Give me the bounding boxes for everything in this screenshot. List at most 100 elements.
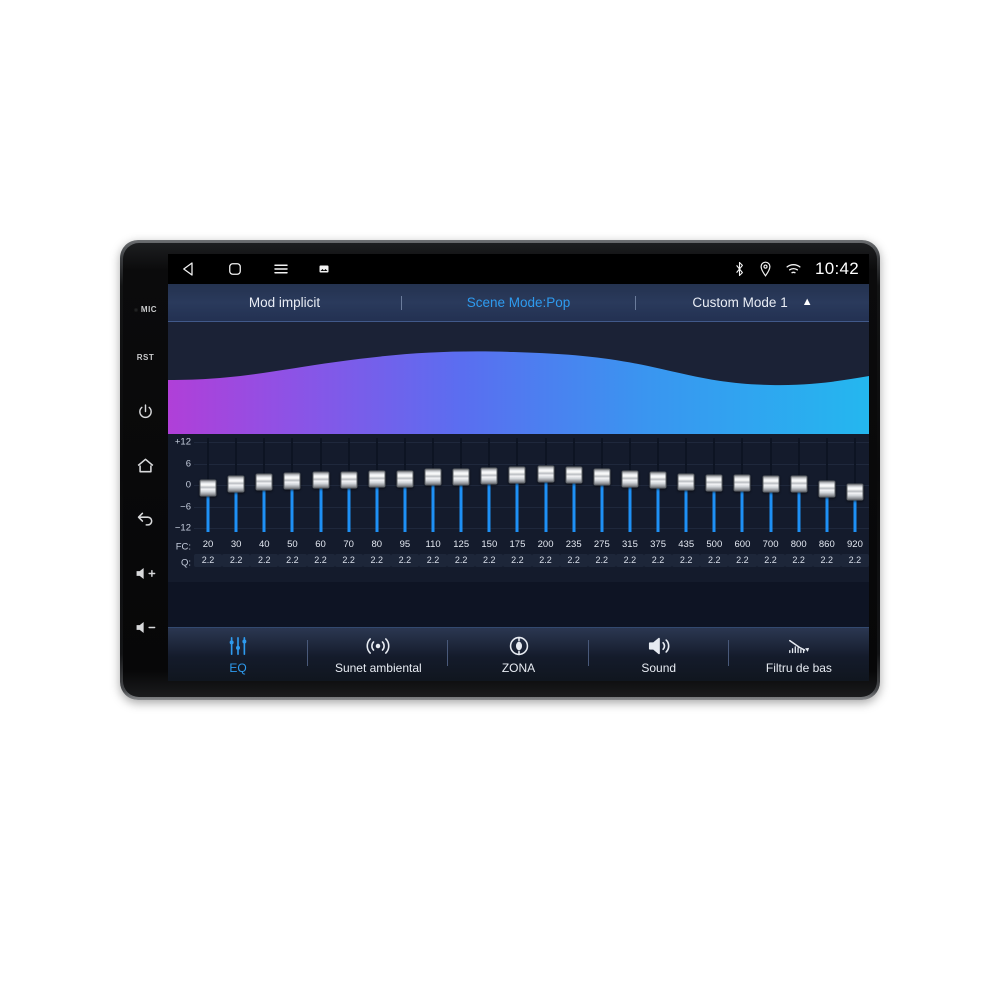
eq-slider-thumb[interactable] bbox=[733, 474, 751, 492]
eq-band[interactable]: 435 2.2 bbox=[672, 434, 701, 582]
eq-band[interactable]: 700 2.2 bbox=[756, 434, 785, 582]
eq-slider-thumb[interactable] bbox=[340, 471, 358, 489]
eq-slider-thumb[interactable] bbox=[790, 475, 808, 493]
eq-band-q-value[interactable]: 2.2 bbox=[587, 553, 616, 567]
eq-slider-track-area[interactable] bbox=[307, 434, 335, 538]
eq-band-q-value[interactable]: 2.2 bbox=[306, 553, 335, 567]
eq-band-q-value[interactable]: 2.2 bbox=[812, 553, 841, 567]
eq-slider-track-area[interactable] bbox=[222, 434, 250, 538]
eq-slider-track-area[interactable] bbox=[560, 434, 588, 538]
nav-tab-filtru-de-bas[interactable]: Filtru de bas bbox=[729, 628, 869, 681]
eq-slider-thumb[interactable] bbox=[677, 473, 695, 491]
eq-band-q-value[interactable]: 2.2 bbox=[447, 553, 476, 567]
eq-band[interactable]: 235 2.2 bbox=[559, 434, 588, 582]
eq-band[interactable]: 20 2.2 bbox=[194, 434, 223, 582]
back-button[interactable] bbox=[131, 509, 161, 531]
reset-button[interactable]: RST bbox=[131, 346, 161, 368]
eq-band-q-value[interactable]: 2.2 bbox=[615, 553, 644, 567]
eq-slider-thumb[interactable] bbox=[537, 465, 555, 483]
eq-slider-track-area[interactable] bbox=[757, 434, 785, 538]
touchscreen-display[interactable]: 10:42 Mod implicit Scene Mode:Pop Custom… bbox=[168, 254, 869, 681]
menu-icon[interactable] bbox=[272, 260, 290, 278]
eq-band[interactable]: 600 2.2 bbox=[728, 434, 757, 582]
eq-band[interactable]: 175 2.2 bbox=[503, 434, 532, 582]
eq-band[interactable]: 375 2.2 bbox=[644, 434, 673, 582]
eq-band-q-value[interactable]: 2.2 bbox=[840, 553, 869, 567]
eq-band-q-value[interactable]: 2.2 bbox=[194, 553, 223, 567]
eq-bands[interactable]: 20 2.2 30 2.2 40 2.2 50 2.2 60 2.2 70 2.2 80 2.2 95 2.2… bbox=[194, 434, 869, 582]
eq-band[interactable]: 860 2.2 bbox=[812, 434, 841, 582]
volume-down-button[interactable] bbox=[131, 617, 161, 639]
home-icon[interactable] bbox=[226, 260, 244, 278]
eq-slider-thumb[interactable] bbox=[649, 471, 667, 489]
eq-slider-track-area[interactable] bbox=[503, 434, 531, 538]
eq-slider-track-area[interactable] bbox=[841, 434, 869, 538]
eq-slider-track-area[interactable] bbox=[391, 434, 419, 538]
eq-band[interactable]: 920 2.2 bbox=[840, 434, 869, 582]
eq-slider-thumb[interactable] bbox=[508, 466, 526, 484]
eq-slider-track-area[interactable] bbox=[278, 434, 306, 538]
eq-slider-track-area[interactable] bbox=[250, 434, 278, 538]
eq-slider-track-area[interactable] bbox=[419, 434, 447, 538]
eq-band-q-value[interactable]: 2.2 bbox=[334, 553, 363, 567]
eq-slider-thumb[interactable] bbox=[368, 470, 386, 488]
eq-band[interactable]: 315 2.2 bbox=[615, 434, 644, 582]
eq-slider-thumb[interactable] bbox=[621, 470, 639, 488]
eq-slider-track-area[interactable] bbox=[588, 434, 616, 538]
eq-band[interactable]: 40 2.2 bbox=[250, 434, 279, 582]
eq-slider-track-area[interactable] bbox=[194, 434, 222, 538]
eq-slider-thumb[interactable] bbox=[283, 472, 301, 490]
eq-band[interactable]: 150 2.2 bbox=[475, 434, 504, 582]
eq-slider-track-area[interactable] bbox=[672, 434, 700, 538]
eq-band-q-value[interactable]: 2.2 bbox=[278, 553, 307, 567]
volume-up-button[interactable] bbox=[131, 563, 161, 585]
eq-band-q-value[interactable]: 2.2 bbox=[503, 553, 532, 567]
eq-band-q-value[interactable]: 2.2 bbox=[222, 553, 251, 567]
nav-tab-sound[interactable]: Sound bbox=[589, 628, 729, 681]
eq-slider-track-area[interactable] bbox=[447, 434, 475, 538]
eq-slider-track-area[interactable] bbox=[335, 434, 363, 538]
eq-band[interactable]: 500 2.2 bbox=[700, 434, 729, 582]
eq-slider-thumb[interactable] bbox=[255, 473, 273, 491]
eq-band[interactable]: 95 2.2 bbox=[390, 434, 419, 582]
eq-slider-thumb[interactable] bbox=[480, 467, 498, 485]
eq-band-q-value[interactable]: 2.2 bbox=[700, 553, 729, 567]
eq-slider-track-area[interactable] bbox=[475, 434, 503, 538]
chevron-up-icon[interactable]: ▲ bbox=[802, 297, 813, 308]
nav-tab-zona[interactable]: ZONA bbox=[448, 628, 589, 681]
eq-band[interactable]: 80 2.2 bbox=[362, 434, 391, 582]
eq-slider-thumb[interactable] bbox=[818, 480, 836, 498]
eq-slider-thumb[interactable] bbox=[424, 468, 442, 486]
eq-slider-track-area[interactable] bbox=[363, 434, 391, 538]
eq-band[interactable]: 60 2.2 bbox=[306, 434, 335, 582]
eq-band-q-value[interactable]: 2.2 bbox=[250, 553, 279, 567]
eq-band-q-value[interactable]: 2.2 bbox=[419, 553, 448, 567]
back-icon[interactable] bbox=[180, 260, 198, 278]
eq-slider-thumb[interactable] bbox=[593, 468, 611, 486]
eq-slider-thumb[interactable] bbox=[312, 471, 330, 489]
eq-slider-thumb[interactable] bbox=[452, 468, 470, 486]
eq-slider-track-area[interactable] bbox=[532, 434, 560, 538]
eq-slider-track-area[interactable] bbox=[728, 434, 756, 538]
eq-band-q-value[interactable]: 2.2 bbox=[672, 553, 701, 567]
eq-band[interactable]: 50 2.2 bbox=[278, 434, 307, 582]
nav-tab-sunet-ambiental[interactable]: Sunet ambiental bbox=[308, 628, 449, 681]
home-button[interactable] bbox=[131, 455, 161, 477]
eq-slider-thumb[interactable] bbox=[762, 475, 780, 493]
eq-band[interactable]: 200 2.2 bbox=[531, 434, 560, 582]
eq-slider-thumb[interactable] bbox=[227, 475, 245, 493]
eq-slider-track-area[interactable] bbox=[700, 434, 728, 538]
eq-band-q-value[interactable]: 2.2 bbox=[362, 553, 391, 567]
nav-tab-eq[interactable]: EQ bbox=[168, 628, 309, 681]
eq-slider-thumb[interactable] bbox=[396, 470, 414, 488]
eq-slider-thumb[interactable] bbox=[846, 483, 864, 501]
eq-slider-thumb[interactable] bbox=[565, 466, 583, 484]
scene-mode-button[interactable]: Scene Mode:Pop bbox=[402, 284, 635, 321]
default-mode-button[interactable]: Mod implicit bbox=[168, 284, 401, 321]
eq-band[interactable]: 30 2.2 bbox=[222, 434, 251, 582]
eq-band-q-value[interactable]: 2.2 bbox=[756, 553, 785, 567]
power-button[interactable] bbox=[131, 400, 161, 422]
eq-band[interactable]: 110 2.2 bbox=[419, 434, 448, 582]
eq-slider-thumb[interactable] bbox=[705, 474, 723, 492]
screenshot-icon[interactable] bbox=[318, 263, 330, 275]
